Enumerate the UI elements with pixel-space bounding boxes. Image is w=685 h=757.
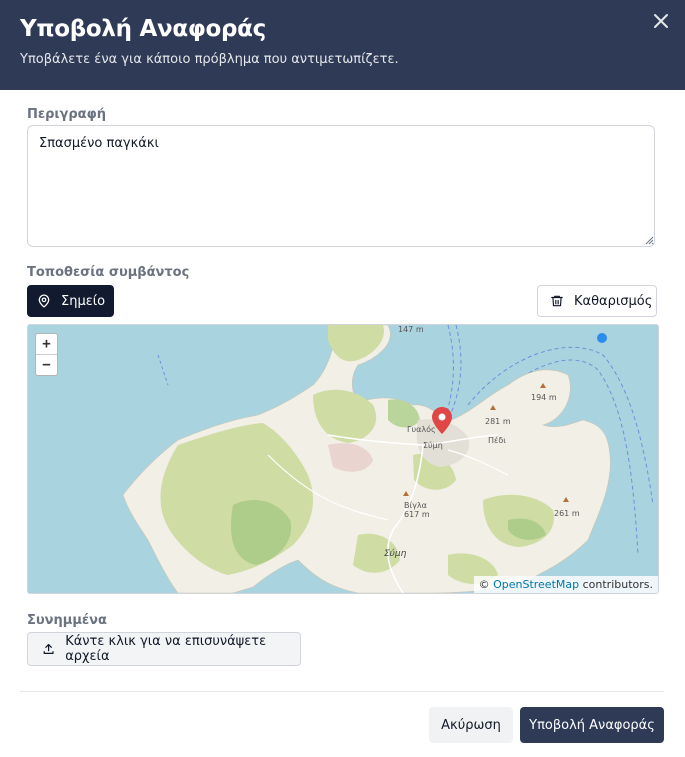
map-attribution: © OpenStreetMap contributors. — [473, 576, 658, 593]
map-label-symi-town: Σύμη — [423, 441, 443, 450]
map-label-peak-261: 261 m — [554, 509, 580, 518]
close-button[interactable] — [648, 8, 674, 34]
attach-files-label: Κάντε κλικ για να επισυνάψετε αρχεία — [65, 634, 267, 664]
map-label-peak-194: 194 m — [531, 393, 557, 402]
zoom-in-button[interactable]: + — [36, 334, 57, 355]
attribution-prefix: © — [478, 578, 494, 591]
location-map[interactable]: Γυαλός Σύμη Πέδι 281 m 194 m 147 m Βίγλα… — [27, 324, 659, 594]
footer-divider — [20, 691, 664, 692]
description-textarea[interactable]: Σπασμένο παγκάκι — [27, 125, 655, 247]
attach-files-button[interactable]: Κάντε κλικ για να επισυνάψετε αρχεία — [27, 632, 301, 666]
cancel-button[interactable]: Ακύρωση — [429, 707, 513, 743]
map-label-gialos: Γυαλός — [407, 425, 436, 434]
trash-icon — [551, 295, 563, 307]
map-label-symi-island: Σύμη — [384, 549, 407, 559]
upload-icon — [43, 643, 54, 655]
description-label: Περιγραφή — [27, 107, 107, 122]
attribution-suffix: contributors. — [579, 578, 653, 591]
point-button-label: Σημείο — [61, 293, 106, 309]
clear-button[interactable]: Καθαρισμός — [537, 285, 657, 317]
zoom-out-button[interactable]: − — [36, 355, 57, 375]
resize-grip-icon[interactable] — [645, 236, 654, 245]
dialog-title: Υποβολή Αναφοράς — [20, 16, 267, 42]
dialog-header: Υποβολή Αναφοράς Υποβάλετε ένα για κάποι… — [0, 0, 685, 90]
map-label-vigla-elevation: 617 m — [404, 510, 430, 519]
location-label: Τοποθεσία συμβάντος — [27, 265, 190, 280]
map-tiles — [28, 325, 658, 593]
map-label-peak-147: 147 m — [398, 325, 424, 334]
point-button[interactable]: Σημείο — [27, 285, 114, 317]
submit-report-button[interactable]: Υποβολή Αναφοράς — [520, 707, 664, 743]
map-label-peak-281: 281 m — [485, 417, 511, 426]
map-zoom-control: + − — [35, 333, 58, 376]
map-pin-icon — [38, 294, 50, 308]
dialog-subtitle: Υποβάλετε ένα για κάποιο πρόβλημα που αν… — [20, 52, 399, 67]
clear-button-label: Καθαρισμός — [574, 293, 653, 309]
close-icon — [654, 14, 668, 28]
osm-link[interactable]: OpenStreetMap — [493, 578, 579, 591]
map-label-vigla: Βίγλα — [404, 501, 427, 510]
attachments-label: Συνημμένα — [27, 613, 107, 628]
map-label-pedi: Πέδι — [488, 436, 506, 445]
